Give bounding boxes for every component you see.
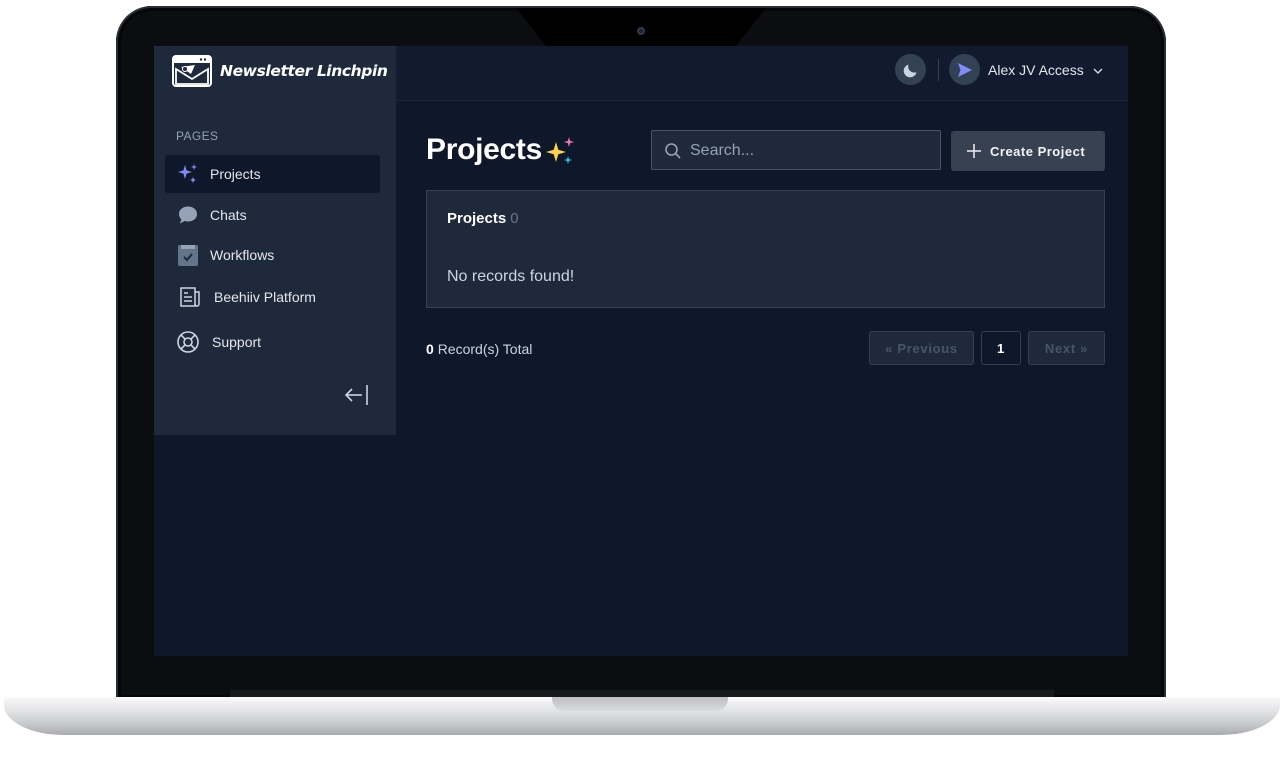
sidebar-item-label: Chats — [210, 207, 247, 223]
topbar-divider — [938, 59, 939, 81]
brand[interactable]: Newsletter Linchpin — [154, 46, 396, 100]
moon-icon — [903, 64, 916, 77]
collapse-sidebar-icon[interactable] — [342, 382, 370, 408]
plus-icon — [967, 144, 981, 158]
search-input[interactable] — [688, 131, 932, 171]
projects-card: Projects 0 No records found! — [426, 190, 1105, 308]
chevron-down-icon[interactable] — [1092, 65, 1104, 77]
lifebuoy-icon — [176, 330, 200, 354]
paper-plane-icon — [957, 62, 972, 77]
sidebar-item-label: Workflows — [210, 247, 275, 263]
card-title-text: Projects — [447, 210, 507, 227]
newsletter-logo-icon — [172, 55, 212, 87]
laptop-base-notch — [552, 697, 728, 711]
topbar: Alex JV Access — [396, 46, 1128, 101]
user-name[interactable]: Alex JV Access — [988, 62, 1084, 78]
sidebar-item-chats[interactable]: Chats — [165, 196, 380, 234]
card-title: Projects 0 — [447, 210, 519, 227]
avatar[interactable] — [949, 54, 980, 85]
sidebar: Newsletter Linchpin PAGES Projects Chats — [154, 46, 396, 435]
sidebar-item-beehiiv-platform[interactable]: Beehiiv Platform — [165, 278, 380, 316]
create-project-label: Create Project — [990, 143, 1086, 159]
sparkles-emoji-icon — [546, 137, 574, 164]
card-count: 0 — [510, 210, 519, 227]
sidebar-item-support[interactable]: Support — [165, 323, 380, 361]
search-icon — [665, 143, 681, 159]
sidebar-item-label: Projects — [210, 166, 261, 182]
chat-bubble-icon — [176, 203, 200, 227]
records-total: 0 Record(s) Total — [426, 341, 532, 357]
create-project-button[interactable]: Create Project — [951, 131, 1105, 171]
brand-name: Newsletter Linchpin — [220, 62, 388, 80]
next-page-button[interactable]: Next » — [1028, 331, 1105, 365]
sidebar-section-label: PAGES — [176, 129, 219, 143]
search-box — [651, 130, 941, 171]
records-total-label: Record(s) Total — [437, 341, 533, 357]
app-screen: Newsletter Linchpin PAGES Projects Chats — [154, 46, 1128, 656]
empty-message: No records found! — [447, 268, 575, 285]
sidebar-item-projects[interactable]: Projects — [165, 155, 380, 193]
clipboard-check-icon — [176, 243, 200, 267]
sidebar-item-label: Support — [212, 334, 262, 350]
previous-page-button[interactable]: « Previous — [869, 331, 974, 365]
page-1-button[interactable]: 1 — [981, 331, 1021, 365]
newspaper-icon — [178, 285, 202, 309]
page-title: Projects — [426, 133, 542, 166]
sidebar-item-workflows[interactable]: Workflows — [165, 236, 380, 274]
camera-icon — [637, 27, 645, 35]
sparkles-icon — [176, 162, 200, 186]
records-total-count: 0 — [426, 341, 434, 357]
bezel-bottom — [230, 690, 1054, 697]
sidebar-item-label: Beehiiv Platform — [214, 289, 316, 305]
theme-toggle-button[interactable] — [895, 54, 926, 85]
